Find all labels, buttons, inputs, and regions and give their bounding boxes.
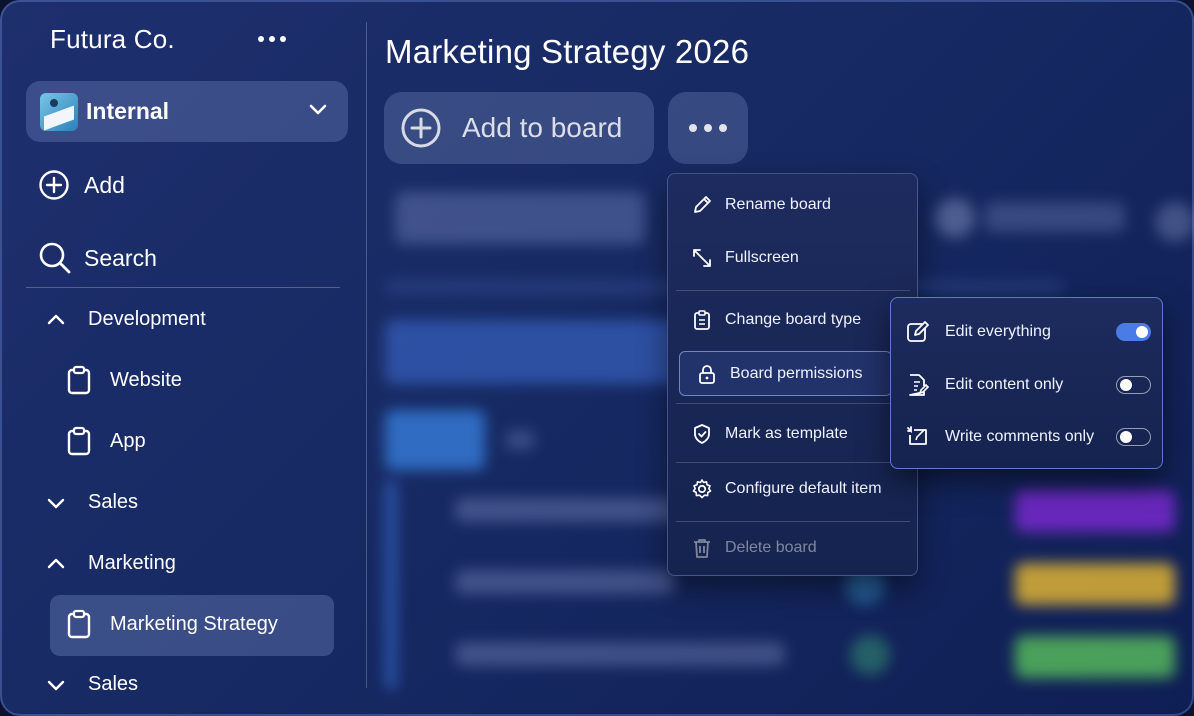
tree-label: Sales bbox=[88, 673, 139, 695]
tree-item-website[interactable]: Website bbox=[66, 365, 182, 395]
chevron-down-icon bbox=[309, 104, 327, 115]
tree-item-marketing-strategy[interactable]: Marketing Strategy bbox=[66, 609, 278, 639]
menu-item-label: Rename board bbox=[725, 196, 831, 213]
expand-icon bbox=[693, 249, 711, 267]
workspace-label: Internal bbox=[86, 98, 170, 124]
plus-circle-icon bbox=[39, 170, 69, 200]
menu-item-mark-as-template[interactable]: Mark as template bbox=[668, 414, 919, 454]
menu-item-delete-board[interactable]: Delete board bbox=[668, 528, 919, 568]
plus-circle-icon bbox=[401, 108, 441, 148]
edit-icon bbox=[907, 321, 929, 342]
workspace-avatar bbox=[40, 92, 78, 131]
search-icon bbox=[39, 242, 71, 274]
app-window: Futura Co. Internal Add Search Developme… bbox=[0, 0, 1194, 716]
add-to-board-label: Add to board bbox=[462, 112, 623, 143]
clipboard-icon bbox=[67, 426, 91, 456]
permission-label: Edit content only bbox=[945, 376, 1064, 393]
menu-item-rename-board[interactable]: Rename board bbox=[668, 185, 919, 225]
add-button[interactable]: Add bbox=[38, 169, 125, 201]
comment-edit-icon bbox=[907, 426, 927, 445]
board-options-button[interactable] bbox=[668, 92, 748, 164]
add-to-board-button[interactable]: Add to board bbox=[384, 92, 654, 164]
sidebar: Futura Co. Internal Add Search Developme… bbox=[0, 0, 366, 716]
menu-separator bbox=[676, 521, 910, 522]
gear-icon bbox=[692, 479, 712, 499]
board-options-menu: Rename board Fullscreen Change board typ… bbox=[667, 173, 918, 576]
chevron-up-icon bbox=[47, 314, 65, 324]
menu-item-configure-default-item[interactable]: Configure default item bbox=[668, 469, 919, 509]
page-title: Marketing Strategy 2026 bbox=[385, 33, 750, 70]
menu-item-label: Mark as template bbox=[725, 425, 848, 442]
permission-label: Write comments only bbox=[945, 428, 1095, 445]
menu-item-label: Delete board bbox=[725, 539, 817, 556]
clipboard-icon bbox=[67, 365, 91, 395]
permission-edit-content-only[interactable]: Edit content only bbox=[905, 365, 1151, 405]
menu-item-label: Change board type bbox=[725, 311, 862, 328]
trash-icon bbox=[694, 539, 710, 558]
add-label: Add bbox=[84, 171, 125, 198]
sidebar-separator bbox=[366, 22, 367, 688]
chevron-up-icon bbox=[47, 558, 65, 568]
sidebar-divider bbox=[26, 287, 340, 288]
lock-icon bbox=[699, 364, 715, 384]
chevron-down-icon bbox=[47, 498, 65, 508]
chevron-down-icon bbox=[47, 680, 65, 690]
tree-label: Website bbox=[110, 368, 182, 391]
menu-item-label: Board permissions bbox=[730, 364, 863, 382]
toggle-edit-content-only[interactable] bbox=[1116, 376, 1151, 394]
workspace-selector[interactable]: Internal bbox=[26, 81, 348, 142]
search-label: Search bbox=[84, 244, 157, 271]
menu-separator bbox=[676, 290, 910, 291]
tree-label: Marketing bbox=[88, 552, 176, 574]
permissions-submenu: Edit everything Edit content only Write … bbox=[890, 297, 1163, 469]
menu-item-label: Fullscreen bbox=[725, 249, 799, 266]
tree-label: Sales bbox=[88, 491, 139, 513]
clipboard-icon bbox=[67, 609, 91, 639]
company-more-button[interactable] bbox=[250, 24, 294, 54]
menu-item-change-board-type[interactable]: Change board type bbox=[668, 300, 919, 340]
tree-item-marketing[interactable]: Marketing bbox=[46, 552, 176, 575]
tree-item-sales[interactable]: Sales bbox=[46, 491, 138, 514]
toggle-write-comments-only[interactable] bbox=[1116, 428, 1151, 446]
shield-check-icon bbox=[694, 424, 710, 444]
tree-item-app[interactable]: App bbox=[66, 426, 146, 456]
permission-edit-everything[interactable]: Edit everything bbox=[905, 312, 1151, 352]
permission-write-comments-only[interactable]: Write comments only bbox=[905, 417, 1151, 457]
menu-item-fullscreen[interactable]: Fullscreen bbox=[668, 238, 919, 278]
menu-separator bbox=[676, 403, 910, 404]
pencil-icon bbox=[694, 196, 711, 213]
menu-separator bbox=[676, 462, 910, 463]
tree-label: Development bbox=[88, 308, 206, 330]
clipboard-icon bbox=[694, 310, 710, 330]
tree-label: App bbox=[110, 429, 146, 452]
menu-item-board-permissions[interactable]: Board permissions bbox=[679, 351, 892, 396]
document-edit-icon bbox=[909, 374, 930, 396]
company-name: Futura Co. bbox=[50, 24, 175, 54]
search-button[interactable]: Search bbox=[38, 241, 157, 275]
tree-item-development[interactable]: Development bbox=[46, 308, 206, 331]
tree-label: Marketing Strategy bbox=[110, 612, 278, 635]
permission-label: Edit everything bbox=[945, 323, 1051, 340]
tree-item-sales-2[interactable]: Sales bbox=[46, 673, 138, 696]
toggle-edit-everything[interactable] bbox=[1116, 323, 1151, 341]
menu-item-label: Configure default item bbox=[725, 480, 882, 497]
